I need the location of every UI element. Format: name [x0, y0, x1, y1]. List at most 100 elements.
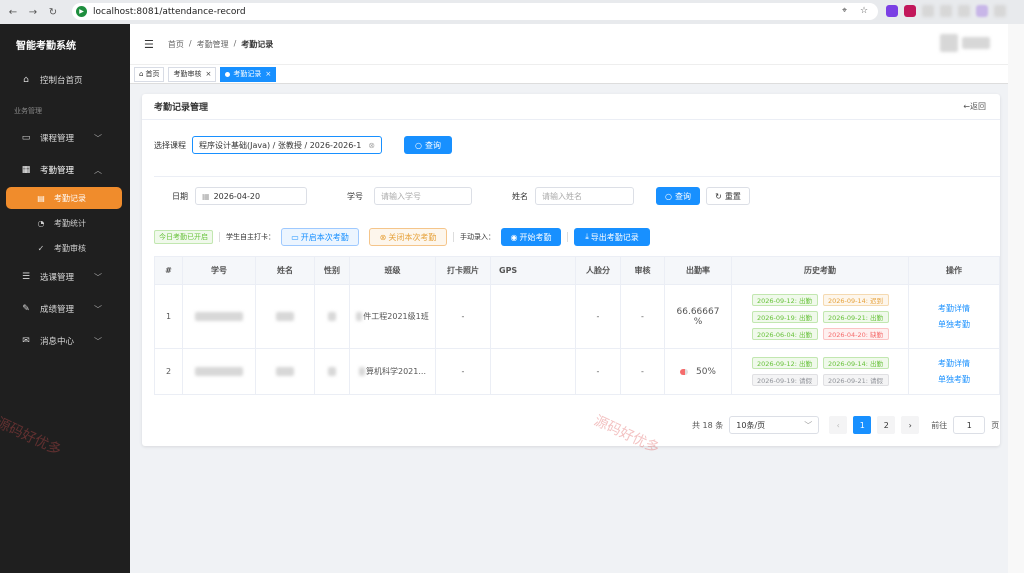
- main-area: ☰ 首页 / 考勤管理 / 考勤记录 ⌂ 首页 考勤审核 × 考勤记录 × 考勤…: [130, 24, 1008, 573]
- student-name-cell: [256, 285, 315, 348]
- name-input[interactable]: 请输入姓名: [535, 187, 634, 205]
- pie-chart-icon: ◔: [37, 219, 45, 228]
- page-1-button[interactable]: 1: [853, 416, 872, 434]
- attendance-table: # 学号 姓名 性别 班级 打卡照片 GPS 人脸分 审核 出勤率 历史考勤 操…: [154, 256, 1000, 395]
- review-cell: -: [621, 285, 665, 348]
- chevron-down-icon: ﹀: [94, 272, 102, 282]
- user-avatar[interactable]: [940, 33, 992, 53]
- self-checkin-label: 学生自主打卡：: [226, 233, 275, 241]
- sidebar-item-enroll[interactable]: ☰ 选课管理 ﹀: [0, 261, 130, 293]
- browser-toolbar: ← → ↻ ▶ localhost:8081/attendance-record…: [0, 0, 1024, 24]
- breadcrumb-home[interactable]: 首页: [168, 39, 184, 50]
- back-arrow-icon[interactable]: ←: [6, 5, 20, 19]
- prev-page-button[interactable]: ‹: [829, 416, 848, 434]
- extension-icon[interactable]: [886, 5, 898, 17]
- button-label: 开启本次考勤: [300, 232, 349, 242]
- pagination: 共 18 条 10条/页 ﹀ ‹ 1 2 › 前往 1 页: [692, 416, 999, 434]
- play-circle-icon: ◉: [510, 232, 518, 242]
- review-cell: -: [621, 349, 665, 394]
- tag-attendance-record[interactable]: 考勤记录 ×: [220, 66, 277, 82]
- sidebar-item-attendance[interactable]: ▦ 考勤管理 ︿: [0, 154, 130, 186]
- reset-button[interactable]: ↻ 重置: [706, 187, 750, 205]
- open-attendance-button[interactable]: ▭ 开启本次考勤: [281, 228, 359, 246]
- forward-arrow-icon[interactable]: →: [26, 5, 40, 19]
- hamburger-menu-icon[interactable]: ☰: [144, 38, 154, 51]
- profile-avatar-icon[interactable]: [976, 5, 988, 17]
- tag-attendance-review[interactable]: 考勤审核 ×: [168, 66, 217, 82]
- search-icon: ○: [415, 140, 422, 150]
- course-query-button[interactable]: ○ 查询: [404, 136, 452, 154]
- sidebar-item-label: 课程管理: [40, 134, 75, 144]
- sidebar-item-label: 考勤统计: [54, 219, 86, 228]
- reload-icon[interactable]: ↻: [46, 5, 60, 19]
- breadcrumb-separator: /: [188, 38, 192, 48]
- address-bar[interactable]: ▶ localhost:8081/attendance-record ⌖ ☆: [72, 3, 878, 20]
- breadcrumb-attendance[interactable]: 考勤管理: [197, 39, 229, 50]
- extension-icon[interactable]: [922, 5, 934, 17]
- start-attendance-button[interactable]: ◉ 开始考勤: [501, 228, 561, 246]
- sidebar-subitem-record[interactable]: ▤ 考勤记录: [6, 187, 122, 209]
- column-header: 出勤率: [665, 257, 732, 284]
- bookmark-star-icon[interactable]: ☆: [860, 6, 868, 16]
- course-select[interactable]: 程序设计基础(Java) / 张教授 / 2026-2026-1 ⊗: [192, 136, 382, 154]
- close-attendance-button[interactable]: ⊗ 关闭本次考勤: [369, 228, 447, 246]
- document-icon: ▤: [37, 193, 45, 203]
- extension-icon[interactable]: [940, 5, 952, 17]
- divider: [154, 176, 1000, 177]
- operations-cell: 考勤详情 单独考勤: [909, 285, 999, 348]
- page-2-button[interactable]: 2: [877, 416, 896, 434]
- page-size-value: 10条/页: [736, 420, 766, 430]
- watermark: 源码好优多: [0, 414, 64, 459]
- filter-query-button[interactable]: ○ 查询: [656, 187, 700, 205]
- tag-home[interactable]: ⌂ 首页: [134, 66, 165, 82]
- sidebar-subitem-review[interactable]: ✓ 考勤审核: [0, 236, 130, 261]
- column-header: 历史考勤: [732, 257, 909, 284]
- sidebar-item-dashboard[interactable]: ⌂ 控制台首页: [0, 64, 130, 96]
- url-text[interactable]: localhost:8081/attendance-record: [93, 7, 246, 17]
- card-header: 考勤记录管理 ←返回: [142, 94, 1000, 120]
- single-attendance-link[interactable]: 单独考勤: [938, 319, 970, 330]
- course-label: 选择课程: [154, 140, 186, 150]
- close-icon[interactable]: ×: [265, 70, 271, 78]
- extension-icon[interactable]: [904, 5, 916, 17]
- download-icon: ⤓: [585, 232, 589, 241]
- gps-cell: [491, 285, 576, 348]
- close-icon[interactable]: ×: [205, 70, 211, 78]
- sidebar-item-grades[interactable]: ✎ 成绩管理 ﹀: [0, 293, 130, 325]
- page-title: 考勤记录管理: [154, 103, 209, 113]
- export-button[interactable]: ⤓ 导出考勤记录: [574, 228, 650, 246]
- tag-label: 首页: [145, 70, 160, 78]
- extension-icon[interactable]: [994, 5, 1006, 17]
- list-icon: ☰: [21, 272, 31, 282]
- photo-cell: -: [436, 285, 491, 348]
- face-score-cell: -: [576, 349, 621, 394]
- attendance-detail-link[interactable]: 考勤详情: [938, 303, 970, 314]
- goto-page-input[interactable]: 1: [953, 416, 986, 434]
- student-id-input[interactable]: 请输入学号: [374, 187, 472, 205]
- column-header: 人脸分: [576, 257, 621, 284]
- chevron-down-icon: ﹀: [94, 133, 102, 143]
- location-icon[interactable]: ⌖: [842, 6, 847, 16]
- column-header: 姓名: [256, 257, 315, 284]
- page-unit-label: 页: [991, 420, 1000, 430]
- single-attendance-link[interactable]: 单独考勤: [938, 374, 970, 385]
- history-cell: 2026-09-12: 出勤 2026-09-14: 迟到 2026-09-19…: [732, 285, 909, 348]
- attendance-detail-link[interactable]: 考勤详情: [938, 358, 970, 369]
- site-info-icon[interactable]: ▶: [76, 6, 87, 17]
- sidebar-item-messages[interactable]: ✉ 消息中心 ﹀: [0, 325, 130, 357]
- class-text: 算机科学2021...: [366, 367, 426, 376]
- extension-icon[interactable]: [958, 5, 970, 17]
- divider: [567, 232, 568, 242]
- clear-icon[interactable]: ⊗: [368, 141, 375, 150]
- sidebar-subitem-stats[interactable]: ◔ 考勤统计: [0, 211, 130, 236]
- back-link[interactable]: ←返回: [963, 101, 986, 112]
- next-page-button[interactable]: ›: [901, 416, 920, 434]
- page-scrollbar[interactable]: [1008, 24, 1024, 573]
- watermark: 源码好优多: [591, 412, 662, 457]
- sidebar-item-label: 选课管理: [40, 273, 75, 283]
- mail-icon: ✉: [22, 336, 30, 346]
- date-picker[interactable]: ▦ 2026-04-20: [195, 187, 307, 205]
- sidebar-item-course[interactable]: ▭ 课程管理 ﹀: [0, 122, 130, 154]
- page-size-select[interactable]: 10条/页 ﹀: [729, 416, 820, 434]
- button-label: 关闭本次考勤: [388, 232, 437, 242]
